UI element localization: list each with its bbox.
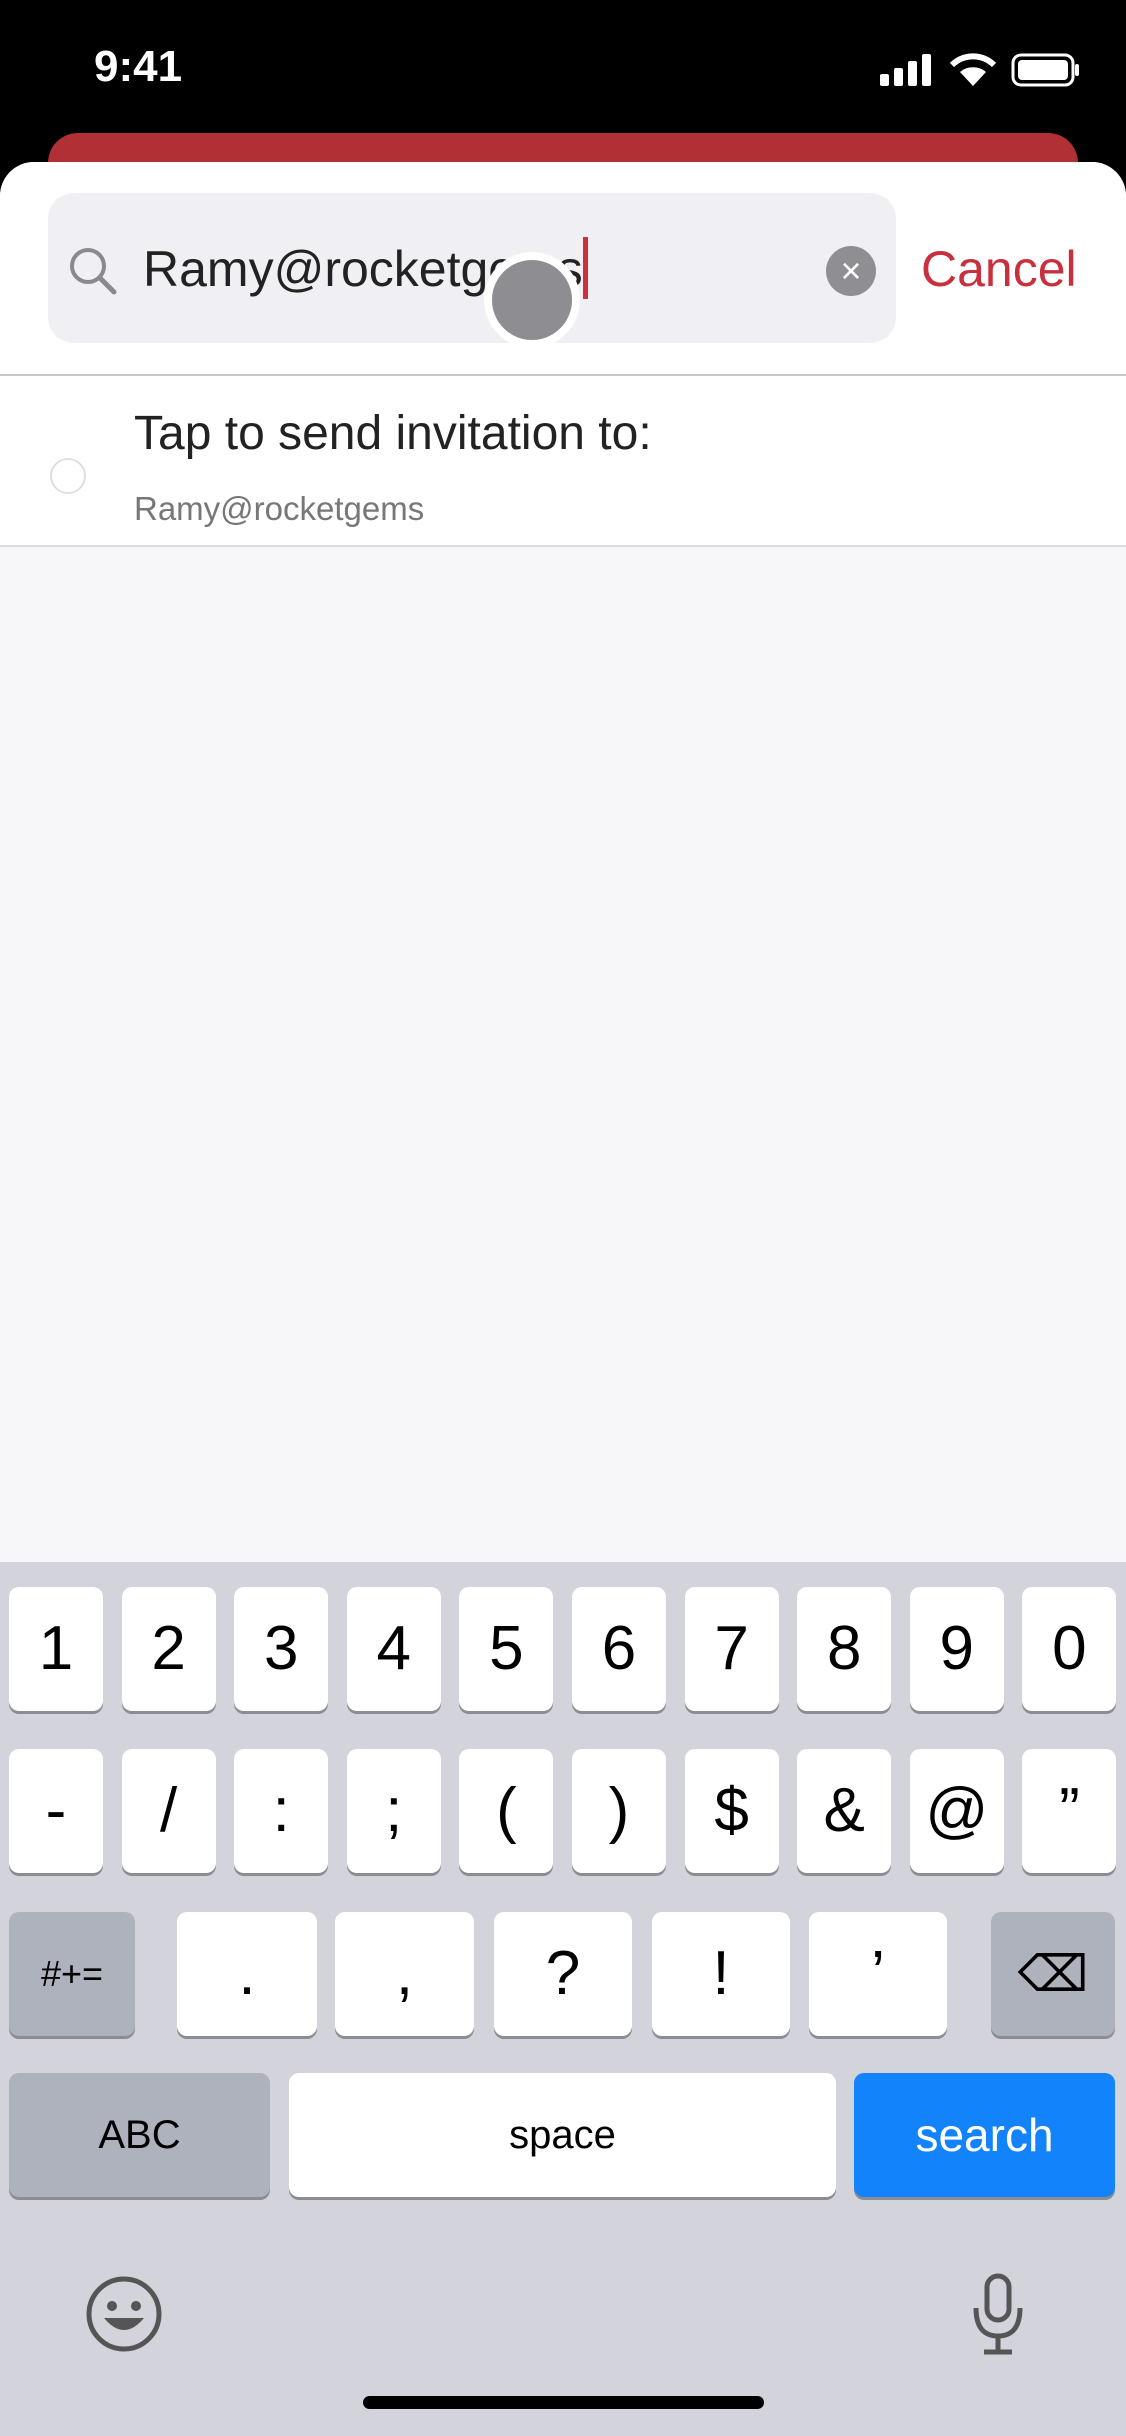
key[interactable]: & (797, 1749, 892, 1873)
key-symbols[interactable]: #+= (9, 1912, 135, 2036)
text-caret (583, 237, 588, 299)
key-period[interactable]: . (177, 1912, 317, 2036)
invite-row[interactable]: Tap to send invitation to: Ramy@rocketge… (0, 376, 1126, 545)
key[interactable]: : (234, 1749, 329, 1873)
home-indicator (363, 2396, 764, 2409)
key[interactable]: 4 (346, 1587, 441, 1711)
radio-button[interactable] (50, 458, 86, 494)
key[interactable]: - (9, 1749, 103, 1873)
search-key[interactable]: search (854, 2073, 1115, 2197)
keyboard: 1 2 3 4 5 6 7 8 9 0 - /:;() $ & @” #+= . , ? ! ’ ⌫ ABC… (0, 1562, 1126, 2436)
cancel-button[interactable]: Cancel (921, 240, 1077, 298)
microphone-icon[interactable] (968, 2272, 1028, 2358)
key-comma[interactable]: , (335, 1912, 474, 2036)
key[interactable]: 6 (572, 1587, 666, 1711)
status-time: 9:41 (94, 42, 183, 91)
invite-email: Ramy@rocketgems (134, 490, 425, 527)
key[interactable]: @ (909, 1749, 1004, 1873)
status-icons (880, 50, 1080, 90)
emoji-icon[interactable] (84, 2274, 164, 2354)
key-apostrophe[interactable]: ’ (809, 1912, 947, 2036)
abc-key[interactable]: ABC (9, 2073, 270, 2197)
key[interactable]: 3 (234, 1587, 329, 1711)
key[interactable]: ; (346, 1749, 441, 1873)
key[interactable]: 5 (459, 1587, 554, 1711)
touch-indicator (484, 252, 580, 348)
key[interactable]: $ (684, 1749, 779, 1873)
search-header: Ramy@rocketgems × Cancel (0, 162, 1126, 374)
invite-sheet: Ramy@rocketgems × Cancel Tap to send inv… (0, 162, 1126, 1562)
key[interactable]: 2 (121, 1587, 216, 1711)
space-key[interactable]: space (289, 2073, 836, 2197)
key[interactable]: ) (572, 1749, 666, 1873)
invite-title: Tap to send invitation to: (134, 407, 652, 460)
signal-wifi-battery-icon (880, 53, 1079, 87)
key[interactable]: 1 (9, 1587, 103, 1711)
key[interactable]: ” (1022, 1749, 1117, 1873)
divider (0, 545, 1126, 547)
backspace-key[interactable]: ⌫ (991, 1912, 1115, 2036)
clear-search-button[interactable]: × (826, 246, 876, 296)
key-question[interactable]: ? (494, 1912, 632, 2036)
key[interactable]: 7 (684, 1587, 779, 1711)
key-exclamation[interactable]: ! (652, 1912, 790, 2036)
key[interactable]: 0 (1022, 1587, 1117, 1711)
search-icon (70, 248, 117, 295)
key[interactable]: ( (459, 1749, 554, 1873)
key[interactable]: 9 (909, 1587, 1004, 1711)
key[interactable]: / (121, 1749, 216, 1873)
key[interactable]: 8 (797, 1587, 892, 1711)
